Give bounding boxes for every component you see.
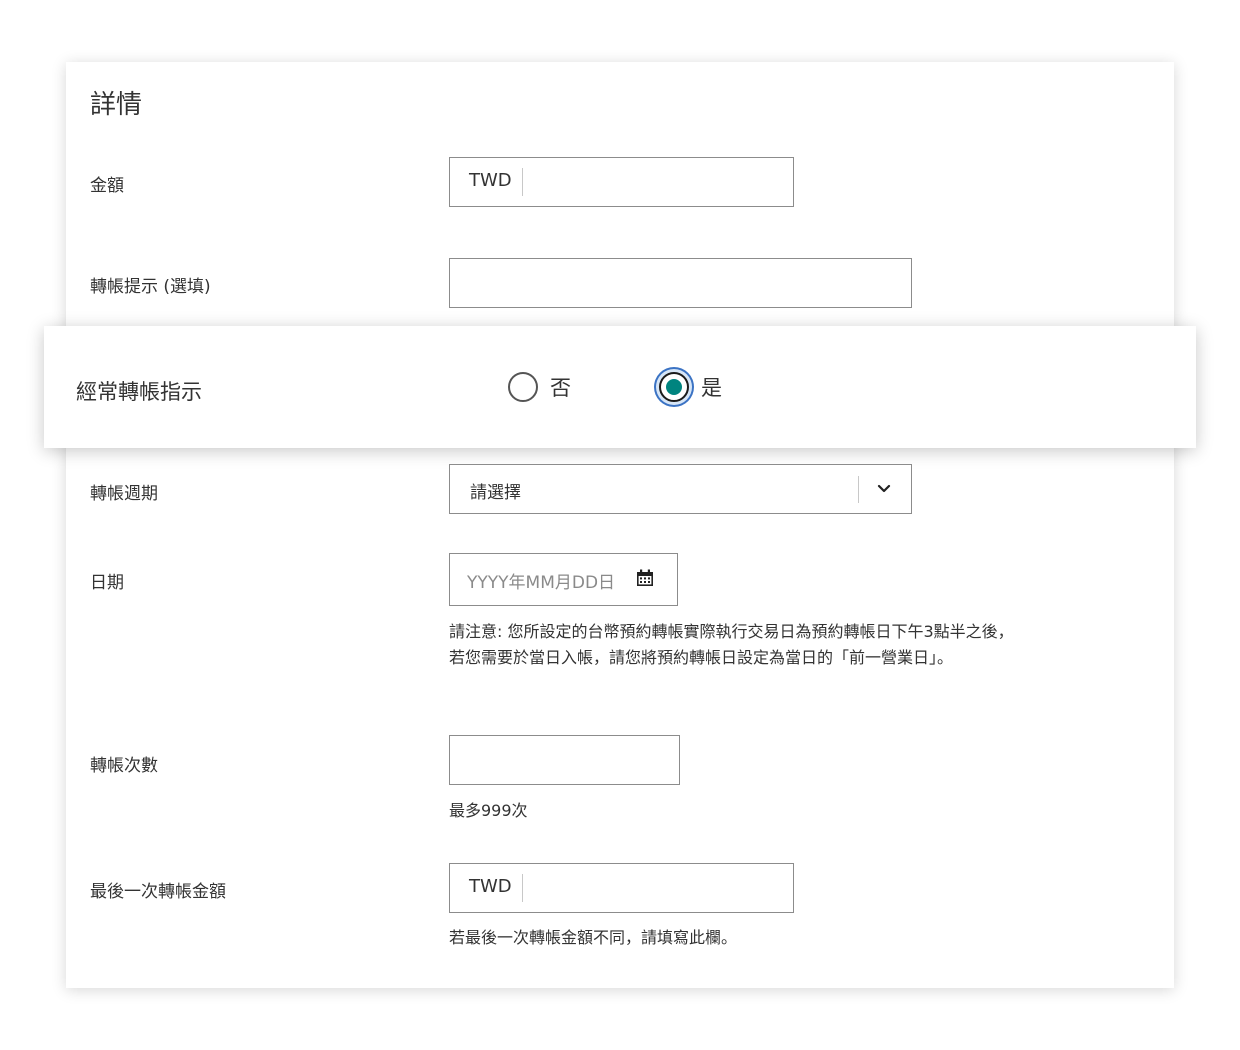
radio-no-label: 否: [550, 376, 571, 400]
date-field[interactable]: YYYY年MM月DD日: [449, 553, 678, 606]
last-amount-input[interactable]: [530, 865, 791, 913]
radio-option-yes[interactable]: 是: [659, 372, 722, 402]
frequency-selected-value: 請選擇: [470, 483, 521, 503]
frequency-label: 轉帳週期: [90, 484, 158, 504]
count-field[interactable]: [449, 735, 680, 785]
last-amount-note: 若最後一次轉帳金額不同，請填寫此欄。: [449, 928, 738, 947]
last-amount-field[interactable]: TWD: [449, 863, 794, 913]
amount-label: 金額: [90, 176, 124, 196]
count-input[interactable]: [451, 737, 678, 783]
recurring-transfer-panel: 經常轉帳指示 否 是: [44, 326, 1196, 448]
prefix-divider: [522, 168, 523, 196]
last-amount-currency-prefix: TWD: [469, 876, 512, 897]
date-label: 日期: [90, 573, 124, 593]
prefix-divider: [522, 874, 523, 902]
chevron-down-icon[interactable]: [875, 477, 893, 501]
count-note: 最多999次: [449, 801, 528, 820]
date-note: 請注意: 您所設定的台幣預約轉帳實際執行交易日為預約轉帳日下午3點半之後，若您需…: [449, 622, 1014, 667]
transfer-hint-input[interactable]: [451, 260, 910, 306]
radio-no-circle[interactable]: [508, 372, 538, 402]
date-placeholder: YYYY年MM月DD日: [467, 573, 616, 593]
transfer-hint-label: 轉帳提示 (選填): [90, 277, 211, 297]
last-amount-label: 最後一次轉帳金額: [90, 882, 226, 902]
section-title: 詳情: [90, 90, 143, 120]
calendar-icon[interactable]: [636, 569, 654, 587]
radio-yes-circle[interactable]: [659, 372, 689, 402]
transfer-hint-field[interactable]: [449, 258, 912, 308]
frequency-select[interactable]: 請選擇: [449, 464, 912, 514]
select-divider: [858, 476, 859, 503]
amount-field[interactable]: TWD: [449, 157, 794, 207]
radio-option-no[interactable]: 否: [508, 372, 571, 402]
recurring-transfer-label: 經常轉帳指示: [76, 380, 202, 404]
count-label: 轉帳次數: [90, 756, 158, 776]
amount-input[interactable]: [530, 159, 791, 207]
radio-yes-label: 是: [701, 376, 722, 400]
radio-selected-dot: [666, 379, 682, 395]
amount-currency-prefix: TWD: [469, 170, 512, 191]
